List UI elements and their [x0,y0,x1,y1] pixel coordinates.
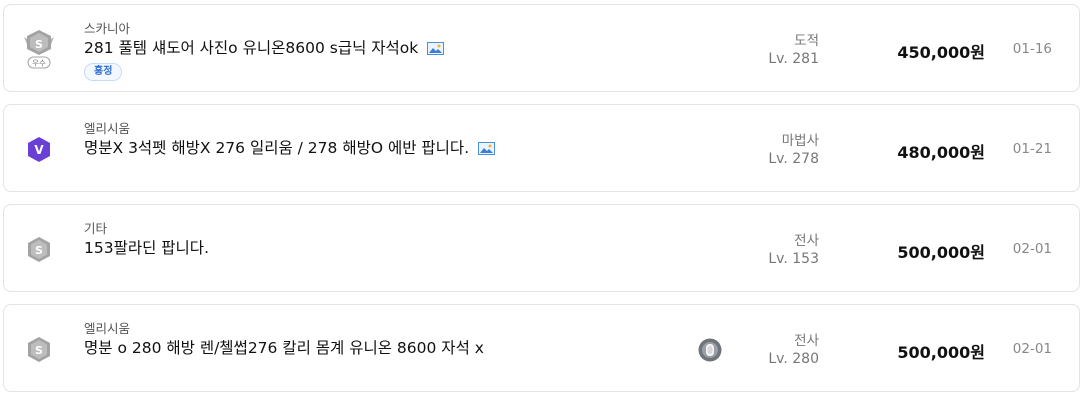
post-date: 01-21 [1012,141,1052,157]
listing-title[interactable]: 153팔라딘 팝니다. [84,236,209,258]
price: 480,000원 [897,143,985,162]
character-level: Lv. 280 [768,351,819,367]
listing-title-text[interactable]: 명분X 3석펫 해방X 276 일리움 / 278 해방O 에반 팝니다. [84,136,469,158]
server-name: 기타 [84,221,108,236]
svg-text:우수: 우수 [32,59,46,68]
listing-row[interactable]: V 엘리시움 명분X 3석펫 해방X 276 일리움 / 278 해방O 에반 … [3,104,1080,192]
listing-list: S 우수 스카니아 281 풀템 섀도어 사진o 유니온8600 s급닉 자석o… [0,0,1091,402]
server-name: 엘리시움 [84,121,131,136]
svg-text:S: S [35,344,43,357]
s-grade-winged-shield-icon: S 우수 [21,27,57,71]
post-date: 01-16 [1012,41,1052,57]
server-name: 엘리시움 [84,321,131,336]
listing-title[interactable]: 281 풀템 섀도어 사진o 유니온8600 s급닉 자석ok [84,36,445,58]
avatar-icon [698,338,722,362]
listing-title[interactable]: 명분 o 280 해방 렌/첼썹276 칼리 몸계 유니온 8600 자석 x [84,336,484,358]
s-grade-hexagon-icon: S [21,227,57,271]
listing-title-text[interactable]: 281 풀템 섀도어 사진o 유니온8600 s급닉 자석ok [84,36,418,58]
character-level: Lv. 281 [768,51,819,67]
job-class: 전사 [794,333,819,349]
listing-row[interactable]: S 우수 스카니아 281 풀템 섀도어 사진o 유니온8600 s급닉 자석o… [3,4,1080,92]
post-date: 02-01 [1012,241,1052,257]
price: 450,000원 [897,43,985,62]
image-icon [478,141,496,155]
v-grade-hexagon-icon: V [21,127,57,171]
svg-text:S: S [35,244,43,257]
svg-text:V: V [34,143,44,157]
server-name: 스카니아 [84,21,131,36]
character-level: Lv. 278 [768,151,819,167]
price: 500,000원 [897,343,985,362]
job-class: 마법사 [781,133,819,149]
post-date: 02-01 [1012,341,1052,357]
price: 500,000원 [897,243,985,262]
negotiable-tag: 흥정 [84,63,123,81]
listing-title-text[interactable]: 명분 o 280 해방 렌/첼썹276 칼리 몸계 유니온 8600 자석 x [84,336,484,358]
s-grade-hexagon-icon: S [21,327,57,371]
listing-title[interactable]: 명분X 3석펫 해방X 276 일리움 / 278 해방O 에반 팝니다. [84,136,496,158]
character-level: Lv. 153 [768,251,819,267]
job-class: 도적 [794,33,819,49]
job-class: 전사 [794,233,819,249]
listing-row[interactable]: S 엘리시움 명분 o 280 해방 렌/첼썹276 칼리 몸계 유니온 860… [3,304,1080,392]
image-icon [427,41,445,55]
svg-text:S: S [35,38,43,51]
listing-row[interactable]: S 기타 153팔라딘 팝니다. 전사 Lv. 153 500,000원 02-… [3,204,1080,292]
listing-title-text[interactable]: 153팔라딘 팝니다. [84,236,209,258]
